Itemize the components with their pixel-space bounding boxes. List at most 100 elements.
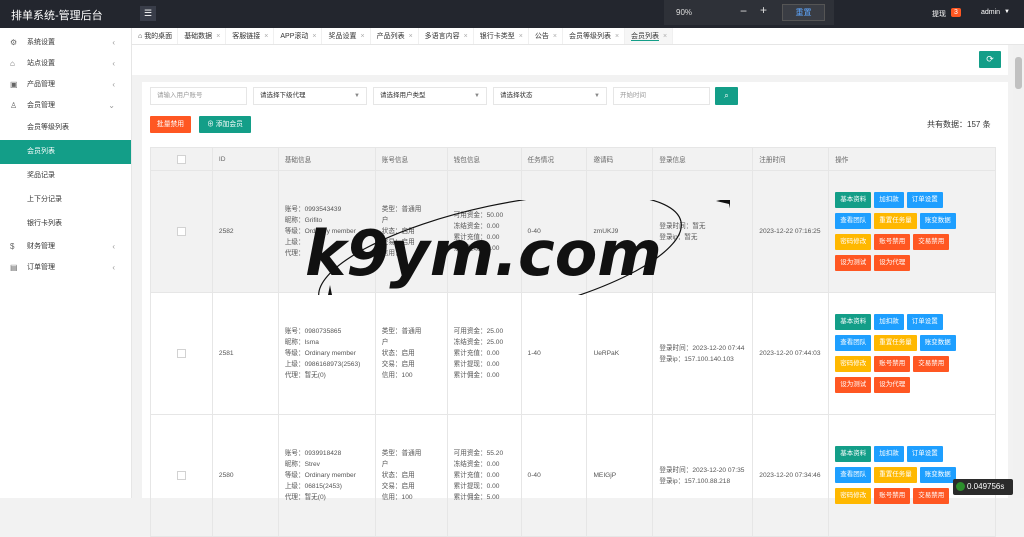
refresh-icon[interactable]: ⟳ [979, 51, 1001, 68]
close-icon[interactable]: × [519, 33, 523, 40]
row-register: 2023-12-20 07:34:46 [752, 414, 830, 537]
row-ops: 基本资料 加扣款 订单设置 查看团队 重置任务量 账变数据 密码修改 账号禁用 交易禁用 设… [828, 170, 996, 293]
row-checkbox[interactable] [176, 471, 186, 480]
change-password-button[interactable]: 密码修改 [835, 488, 872, 504]
row-checkbox[interactable] [176, 227, 186, 236]
sidebar-sub-member-levels[interactable]: 会员等级列表 [0, 116, 131, 140]
sidebar-item-products[interactable]: ▣ 产品管理 ‹ [0, 74, 131, 95]
disable-account-button[interactable]: 账号禁用 [874, 355, 911, 372]
disable-account-button[interactable]: 账号禁用 [874, 233, 911, 250]
set-test-button[interactable]: 设为测试 [835, 254, 872, 271]
reset-tasks-button[interactable]: 重置任务量 [874, 334, 917, 351]
tab-bank-types[interactable]: 银行卡类型 × [474, 28, 529, 44]
zoom-out-button[interactable]: − [740, 4, 747, 18]
tab-basic-data[interactable]: 基础数据 × [178, 28, 227, 44]
reset-tasks-button[interactable]: 重置任务量 [874, 467, 917, 483]
sidebar-item-finance[interactable]: $ 财务管理 ‹ [0, 236, 131, 257]
row-select-cell [150, 414, 213, 537]
view-team-button[interactable]: 查看团队 [835, 467, 872, 483]
sidebar-sub-bank-cards[interactable]: 银行卡列表 [0, 212, 131, 236]
close-icon[interactable]: × [360, 33, 364, 40]
user-menu[interactable]: admin [981, 9, 1000, 16]
add-member-button[interactable]: ⊕ 添加会员 [199, 116, 251, 133]
sidebar-sub-member-list[interactable]: 会员列表 [0, 140, 131, 164]
close-icon[interactable]: × [264, 33, 268, 40]
sidebar-sub-balance-records[interactable]: 上下分记录 [0, 188, 131, 212]
tab-app-scroll[interactable]: APP滚动 × [274, 28, 323, 44]
agent-select[interactable]: 请选择下级代理 ▼ [253, 87, 367, 105]
row-ops: 基本资料 加扣款 订单设置 查看团队 重置任务量 账变数据 密码修改 账号禁用 交易禁用 [828, 414, 996, 537]
tab-prize-settings[interactable]: 奖品设置 × [322, 28, 371, 44]
row-select-cell [150, 292, 213, 415]
tab-bar: ⌂ 我的桌面 基础数据 × 客服链接 × APP滚动 × 奖品设置 × 产品列表 × 多语言内容 × 银行… [132, 28, 1024, 45]
tab-notice[interactable]: 公告 × [529, 28, 563, 44]
tab-member-list[interactable]: 会员列表 × [625, 28, 674, 44]
select-all-cell [150, 147, 213, 171]
sidebar-item-site[interactable]: ⌂ 站点设置 ‹ [0, 53, 131, 74]
view-team-button[interactable]: 查看团队 [835, 212, 872, 229]
row-task: 1-40 [520, 292, 588, 415]
search-button[interactable]: ⌕ [715, 87, 738, 105]
change-password-button[interactable]: 密码修改 [835, 233, 872, 250]
withdraw-badge: 3 [951, 8, 961, 17]
chevron-down-icon[interactable]: ▼ [1004, 9, 1010, 15]
tab-desktop[interactable]: ⌂ 我的桌面 [132, 28, 179, 44]
view-team-button[interactable]: 查看团队 [835, 334, 872, 351]
disable-trading-button[interactable]: 交易禁用 [913, 233, 950, 250]
tab-multilang[interactable]: 多语言内容 × [419, 28, 474, 44]
batch-disable-button[interactable]: 批量禁用 [150, 116, 191, 133]
sidebar-sub-prize-records[interactable]: 奖品记录 [0, 164, 131, 188]
close-icon[interactable]: × [615, 33, 619, 40]
disable-trading-button[interactable]: 交易禁用 [913, 488, 950, 504]
adjust-funds-button[interactable]: 加扣款 [874, 446, 904, 462]
row-basic: 账号：0939918428 昵称：Strev 等级：Ordinary member 上… [277, 414, 376, 537]
zoom-in-button[interactable]: + [760, 3, 767, 17]
row-task: 0-40 [520, 414, 588, 537]
row-wallet: 可用资金：50.00 冻结资金：0.00 累计充值：0.00 累计提现：0.00 [446, 170, 522, 293]
reset-tasks-button[interactable]: 重置任务量 [874, 212, 917, 229]
set-agent-button[interactable]: 设为代理 [874, 376, 911, 393]
balance-changes-button[interactable]: 账变数据 [919, 467, 956, 483]
profile-button[interactable]: 基本资料 [835, 446, 872, 462]
disable-trading-button[interactable]: 交易禁用 [913, 355, 950, 372]
tab-product-list[interactable]: 产品列表 × [371, 28, 419, 44]
zoom-reset-button[interactable]: 重置 [782, 4, 825, 21]
sidebar-item-orders[interactable]: ▤ 订单管理 ‹ [0, 257, 131, 278]
select-all-checkbox[interactable] [176, 154, 186, 164]
order-settings-button[interactable]: 订单设置 [906, 446, 943, 462]
account-search-input[interactable]: 请输入用户账号 [150, 87, 247, 105]
change-password-button[interactable]: 密码修改 [835, 355, 872, 372]
balance-changes-button[interactable]: 账变数据 [919, 334, 956, 351]
adjust-funds-button[interactable]: 加扣款 [874, 191, 904, 208]
profile-button[interactable]: 基本资料 [835, 191, 872, 208]
balance-changes-button[interactable]: 账变数据 [919, 212, 956, 229]
row-wallet: 可用资金：25.00 冻结资金：25.00 累计充值：0.00 累计提现：0.00 累计… [446, 292, 522, 415]
order-settings-button[interactable]: 订单设置 [906, 191, 943, 208]
close-icon[interactable]: × [663, 33, 667, 40]
profile-button[interactable]: 基本资料 [835, 313, 872, 330]
order-settings-button[interactable]: 订单设置 [906, 313, 943, 330]
zoom-popup: 90% − + 重置 [664, 0, 834, 25]
sidebar-item-system[interactable]: ⚙ 系统设置 ‹ [0, 32, 131, 53]
tab-member-levels[interactable]: 会员等级列表 × [563, 28, 626, 44]
sidebar-item-members[interactable]: ♙ 会员管理 ⌄ [0, 95, 131, 116]
scrollbar-thumb[interactable] [1015, 57, 1022, 89]
close-icon[interactable]: × [216, 33, 220, 40]
user-type-select[interactable]: 请选择用户类型 ▼ [373, 87, 487, 105]
set-test-button[interactable]: 设为测试 [835, 376, 872, 393]
start-time-input[interactable]: 开始时间 [613, 87, 710, 105]
chevron-down-icon: ⌄ [108, 101, 115, 110]
hamburger-icon[interactable]: ☰ [140, 6, 156, 21]
scrollbar[interactable] [1013, 45, 1024, 498]
status-select[interactable]: 请选择状态 ▼ [493, 87, 607, 105]
set-agent-button[interactable]: 设为代理 [874, 254, 911, 271]
withdraw-link[interactable]: 提现 [932, 9, 946, 19]
close-icon[interactable]: × [553, 33, 557, 40]
close-icon[interactable]: × [409, 33, 413, 40]
disable-account-button[interactable]: 账号禁用 [874, 488, 911, 504]
close-icon[interactable]: × [464, 33, 468, 40]
tab-service-links[interactable]: 客服链接 × [226, 28, 275, 44]
adjust-funds-button[interactable]: 加扣款 [874, 313, 904, 330]
close-icon[interactable]: × [312, 33, 316, 40]
row-checkbox[interactable] [176, 349, 186, 358]
